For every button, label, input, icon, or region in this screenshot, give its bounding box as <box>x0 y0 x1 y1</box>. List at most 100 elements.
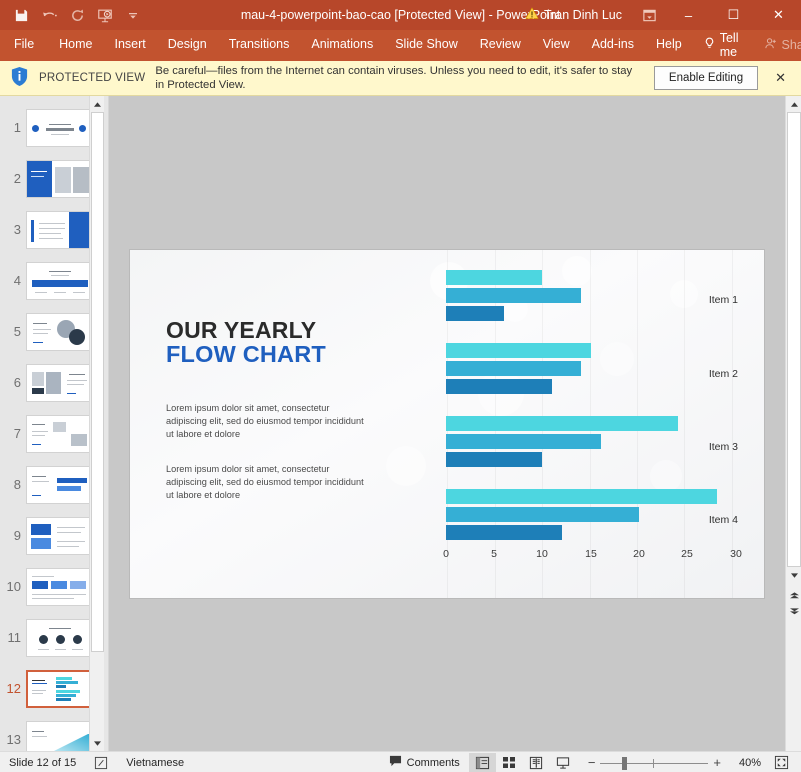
comment-icon <box>389 755 402 770</box>
normal-view-button[interactable] <box>469 753 496 772</box>
fit-slide-to-window-icon[interactable] <box>768 753 795 772</box>
accessibility-checker-icon[interactable] <box>85 752 117 772</box>
ribbon-tab-home[interactable]: Home <box>48 30 103 59</box>
chart-x-tick: 25 <box>681 548 693 560</box>
scrollbar-thumb[interactable] <box>91 112 104 652</box>
undo-icon[interactable] <box>36 3 62 27</box>
workspace: 1 2 3 <box>0 96 801 751</box>
ribbon-tab-help[interactable]: Help <box>645 30 693 59</box>
slide-show-button[interactable] <box>550 753 577 772</box>
quick-access-toolbar <box>0 3 146 27</box>
slide-preview <box>26 313 92 351</box>
ribbon-display-options-icon[interactable] <box>632 8 666 23</box>
slide-paragraph-1[interactable]: Lorem ipsum dolor sit amet, consectetur … <box>166 402 371 442</box>
slide-number: 1 <box>4 120 21 135</box>
chart-bar <box>446 507 639 522</box>
bar-chart[interactable]: Item 1 Item 2 Item 3 Item 4 <box>388 256 738 576</box>
slide-preview <box>26 109 92 147</box>
close-protected-view-bar-icon[interactable]: ✕ <box>768 70 793 86</box>
slide-number: 11 <box>4 630 21 645</box>
save-icon[interactable] <box>8 3 34 27</box>
current-slide[interactable]: OUR YEARLY FLOW CHART Lorem ipsum dolor … <box>130 250 764 598</box>
slide-preview <box>26 568 92 606</box>
ribbon-tab-design[interactable]: Design <box>157 30 218 59</box>
chart-bar <box>446 452 542 467</box>
ribbon-tab-file[interactable]: File <box>0 30 48 59</box>
zoom-level[interactable]: 40% <box>732 757 768 769</box>
shield-info-icon <box>10 66 29 90</box>
slide-preview <box>26 619 92 657</box>
share-person-icon <box>764 37 777 53</box>
zoom-slider[interactable]: − + <box>577 752 732 772</box>
ribbon-tab-animations[interactable]: Animations <box>300 30 384 59</box>
scroll-down-arrow-icon[interactable] <box>786 567 801 583</box>
ribbon-tab-view[interactable]: View <box>532 30 581 59</box>
reading-view-button[interactable] <box>523 753 550 772</box>
slide-sorter-button[interactable] <box>496 753 523 772</box>
ribbon-tab-bar: File Home Insert Design Transitions Anim… <box>0 30 801 61</box>
thumbnail-pane-scrollbar[interactable] <box>89 96 104 751</box>
close-button[interactable]: ✕ <box>756 0 801 30</box>
ribbon-tab-review[interactable]: Review <box>469 30 532 59</box>
chart-x-tick: 30 <box>730 548 742 560</box>
share-label: Share <box>782 38 801 52</box>
previous-slide-button[interactable] <box>786 587 801 603</box>
user-name: Tran Dinh Luc <box>544 8 622 22</box>
zoom-out-button[interactable]: − <box>583 755 601 770</box>
slide-number: 6 <box>4 375 21 390</box>
ribbon-tab-insert[interactable]: Insert <box>104 30 157 59</box>
chart-bar <box>446 288 581 303</box>
slide-number: 5 <box>4 324 21 339</box>
language-indicator[interactable]: Vietnamese <box>117 752 193 772</box>
zoom-thumb[interactable] <box>622 757 627 770</box>
slide-preview <box>26 517 92 555</box>
slide-thumbnail-pane: 1 2 3 <box>0 96 104 751</box>
ribbon-tab-transitions[interactable]: Transitions <box>218 30 301 59</box>
slide-paragraph-2[interactable]: Lorem ipsum dolor sit amet, consectetur … <box>166 463 371 503</box>
customize-qat-icon[interactable] <box>120 3 146 27</box>
title-bar: mau-4-powerpoint-bao-cao [Protected View… <box>0 0 801 30</box>
chart-bar <box>446 361 581 376</box>
start-presentation-icon[interactable] <box>92 3 118 27</box>
chart-bar <box>446 306 504 321</box>
slide-number: 13 <box>4 732 21 747</box>
chart-bar <box>446 434 601 449</box>
minimize-button[interactable]: – <box>666 0 711 30</box>
scrollbar-thumb[interactable] <box>787 112 801 567</box>
protected-view-message: Be careful—files from the Internet can c… <box>155 64 644 92</box>
slide-title[interactable]: OUR YEARLY FLOW CHART <box>166 318 326 367</box>
chart-bar <box>446 525 562 540</box>
next-slide-button[interactable] <box>786 603 801 619</box>
zoom-in-button[interactable]: + <box>708 755 726 770</box>
slide-counter[interactable]: Slide 12 of 15 <box>0 752 85 772</box>
slide-preview-selected <box>26 670 92 708</box>
user-account[interactable]: Tran Dinh Luc <box>515 7 632 23</box>
ribbon-tab-slide-show[interactable]: Slide Show <box>384 30 469 59</box>
protected-view-label: PROTECTED VIEW <box>39 72 145 84</box>
chart-x-tick: 20 <box>633 548 645 560</box>
scroll-up-arrow-icon[interactable] <box>786 96 801 112</box>
slide-number: 2 <box>4 171 21 186</box>
comments-label: Comments <box>407 757 460 769</box>
scroll-down-arrow-icon[interactable] <box>90 735 104 751</box>
enable-editing-button[interactable]: Enable Editing <box>654 66 758 90</box>
slide-area-scrollbar[interactable] <box>785 96 801 751</box>
slide-preview <box>26 721 92 752</box>
zoom-track[interactable] <box>600 752 708 772</box>
slide-preview <box>26 160 92 198</box>
slide-number: 7 <box>4 426 21 441</box>
slide-preview <box>26 415 92 453</box>
maximize-button[interactable]: ☐ <box>711 0 756 30</box>
chart-bar <box>446 489 717 504</box>
scroll-up-arrow-icon[interactable] <box>90 96 104 112</box>
zoom-line <box>600 763 708 764</box>
chart-bar <box>446 416 678 431</box>
share-button[interactable]: Share <box>750 37 801 53</box>
lightbulb-icon <box>704 37 715 53</box>
tell-me-search[interactable]: Tell me <box>693 31 750 59</box>
chart-x-tick: 15 <box>585 548 597 560</box>
ribbon-tab-add-ins[interactable]: Add-ins <box>581 30 645 59</box>
comments-button[interactable]: Comments <box>380 752 469 772</box>
chart-plot-area: 0 5 10 15 20 25 30 <box>446 256 738 576</box>
redo-icon[interactable] <box>64 3 90 27</box>
